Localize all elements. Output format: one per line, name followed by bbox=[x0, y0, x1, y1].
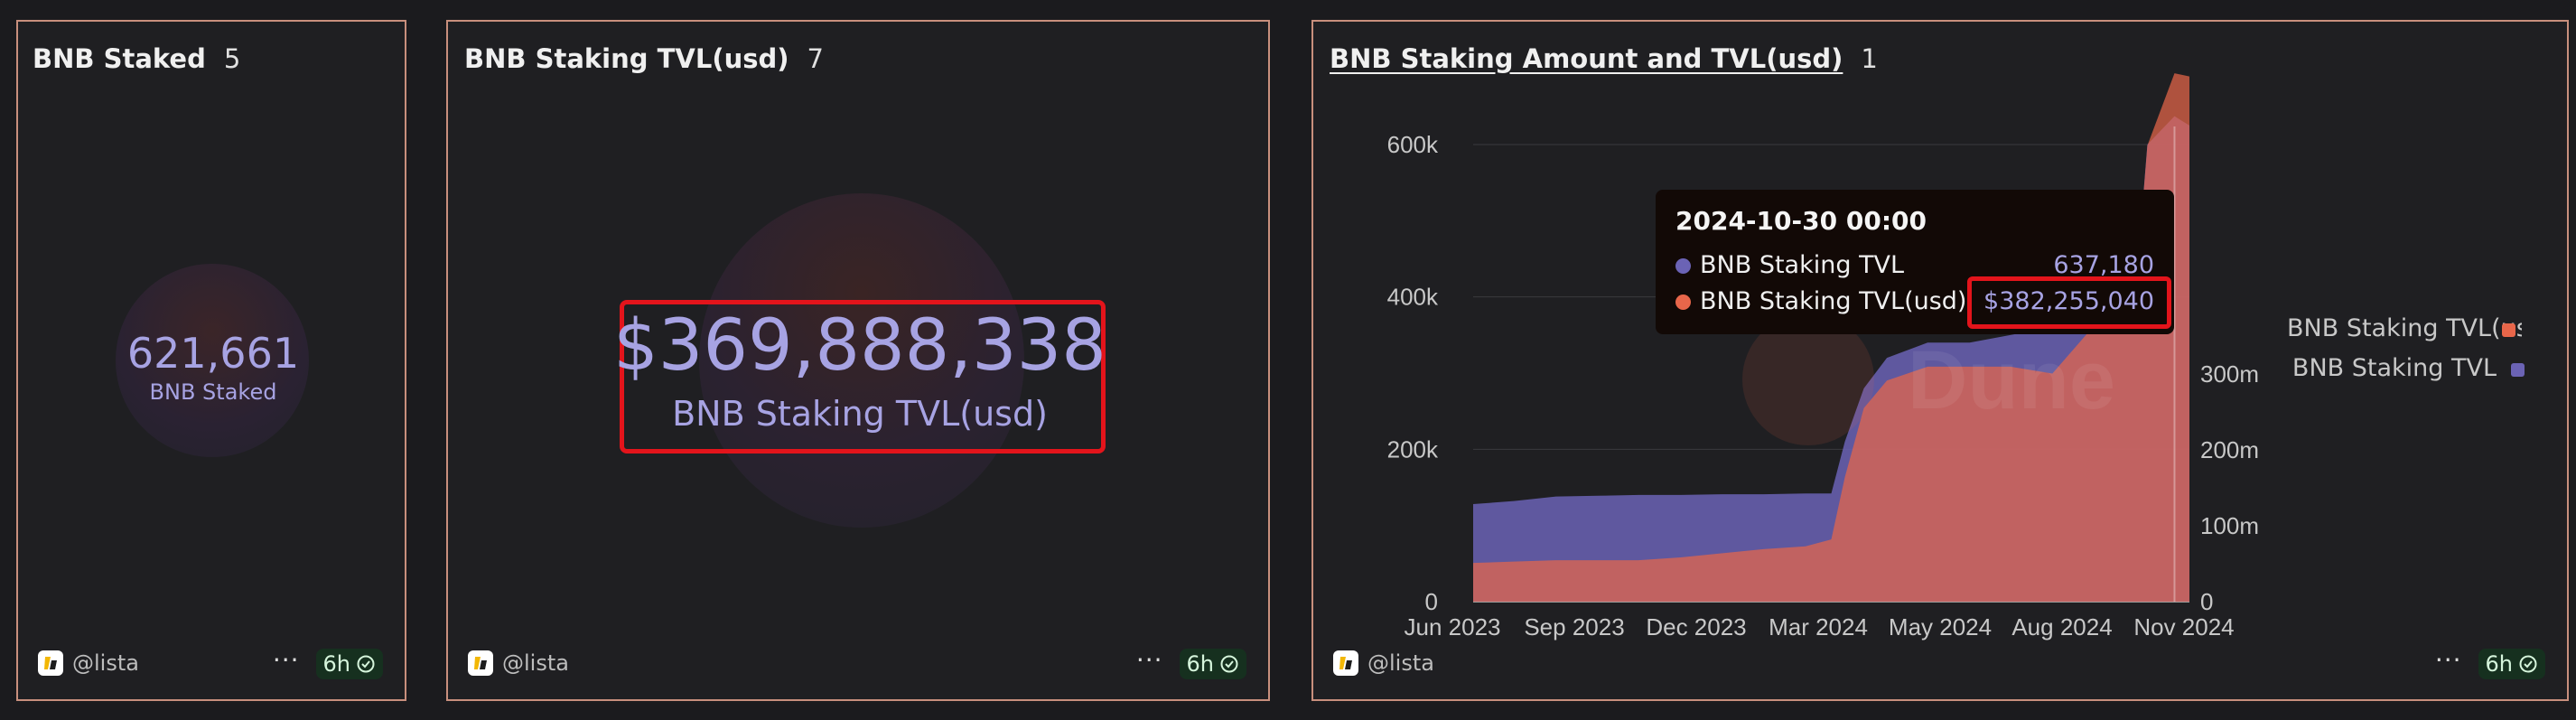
panel-title[interactable]: BNB Staked 5 bbox=[33, 43, 240, 74]
panel-title-text[interactable]: BNB Staked bbox=[33, 43, 206, 74]
counter-value: $369,888,338 bbox=[613, 305, 1106, 387]
series-dot-icon bbox=[1675, 295, 1691, 310]
refresh-badge[interactable]: 6h bbox=[2478, 649, 2545, 679]
counter-label: BNB Staking TVL(usd) bbox=[672, 394, 1048, 434]
panel-title[interactable]: BNB Staking Amount and TVL(usd) 1 bbox=[1330, 43, 1878, 74]
panel-count: 7 bbox=[807, 43, 824, 74]
tooltip-series-value: 637,180 bbox=[2053, 251, 2154, 279]
counter-value: 621,661 bbox=[126, 329, 300, 378]
panel-footer-actions: ··· 6h bbox=[1136, 648, 1246, 679]
more-options-icon[interactable]: ··· bbox=[2435, 648, 2462, 673]
author-link[interactable]: @lista bbox=[468, 650, 569, 676]
lista-logo-icon bbox=[38, 650, 63, 676]
highlight-box bbox=[1967, 276, 2171, 329]
more-options-icon[interactable]: ··· bbox=[1136, 648, 1163, 673]
refresh-interval: 6h bbox=[2485, 651, 2513, 677]
lista-logo-icon bbox=[1333, 650, 1358, 676]
more-options-icon[interactable]: ··· bbox=[273, 648, 300, 673]
panel-title-link[interactable]: BNB Staking Amount and TVL(usd) bbox=[1330, 43, 1843, 74]
legend-swatch bbox=[2502, 323, 2515, 337]
refresh-badge[interactable]: 6h bbox=[1179, 649, 1246, 679]
panel-count: 1 bbox=[1861, 43, 1878, 74]
panel-count: 5 bbox=[223, 43, 241, 74]
refresh-interval: 6h bbox=[322, 651, 350, 677]
tooltip-row: BNB Staking TVL 637,180 bbox=[1675, 251, 2154, 279]
series-dot-icon bbox=[1675, 258, 1691, 274]
legend-label: BNB Staking TVL(usd) bbox=[2287, 314, 2522, 342]
panel-title[interactable]: BNB Staking TVL(usd) 7 bbox=[464, 43, 824, 74]
chart-tooltip: 2024-10-30 00:00 BNB Staking TVL 637,180… bbox=[1656, 190, 2174, 334]
panel-footer-actions: ··· 6h bbox=[2435, 648, 2545, 679]
panel-footer-actions: ··· 6h bbox=[273, 648, 383, 679]
legend-label: BNB Staking TVL bbox=[2291, 354, 2497, 382]
author-name: @lista bbox=[502, 650, 569, 676]
lista-logo-icon bbox=[468, 650, 493, 676]
check-circle-icon bbox=[1220, 655, 1238, 673]
author-name: @lista bbox=[72, 650, 139, 676]
legend-item[interactable]: BNB Staking TVL(usd) bbox=[2287, 314, 2522, 342]
check-circle-icon bbox=[357, 655, 375, 673]
refresh-interval: 6h bbox=[1186, 651, 1214, 677]
tooltip-series-name: BNB Staking TVL(usd) bbox=[1700, 287, 1967, 315]
legend-swatch bbox=[2511, 363, 2525, 377]
legend-item[interactable]: BNB Staking TVL bbox=[2287, 354, 2497, 382]
author-link[interactable]: @lista bbox=[38, 650, 139, 676]
counter-panel-bnb-staked: BNB Staked 5 621,661 BNB Staked @lista ··… bbox=[16, 20, 406, 701]
counter-panel-tvl-usd: BNB Staking TVL(usd) 7 $369,888,338 BNB S… bbox=[446, 20, 1270, 701]
tooltip-series-name: BNB Staking TVL bbox=[1700, 251, 1905, 279]
author-name: @lista bbox=[1367, 650, 1434, 676]
panel-title-text[interactable]: BNB Staking TVL(usd) bbox=[464, 43, 789, 74]
counter-label: BNB Staked bbox=[149, 379, 277, 405]
author-link[interactable]: @lista bbox=[1333, 650, 1434, 676]
refresh-badge[interactable]: 6h bbox=[315, 649, 383, 679]
check-circle-icon bbox=[2519, 655, 2537, 673]
tooltip-date: 2024-10-30 00:00 bbox=[1675, 206, 1927, 236]
